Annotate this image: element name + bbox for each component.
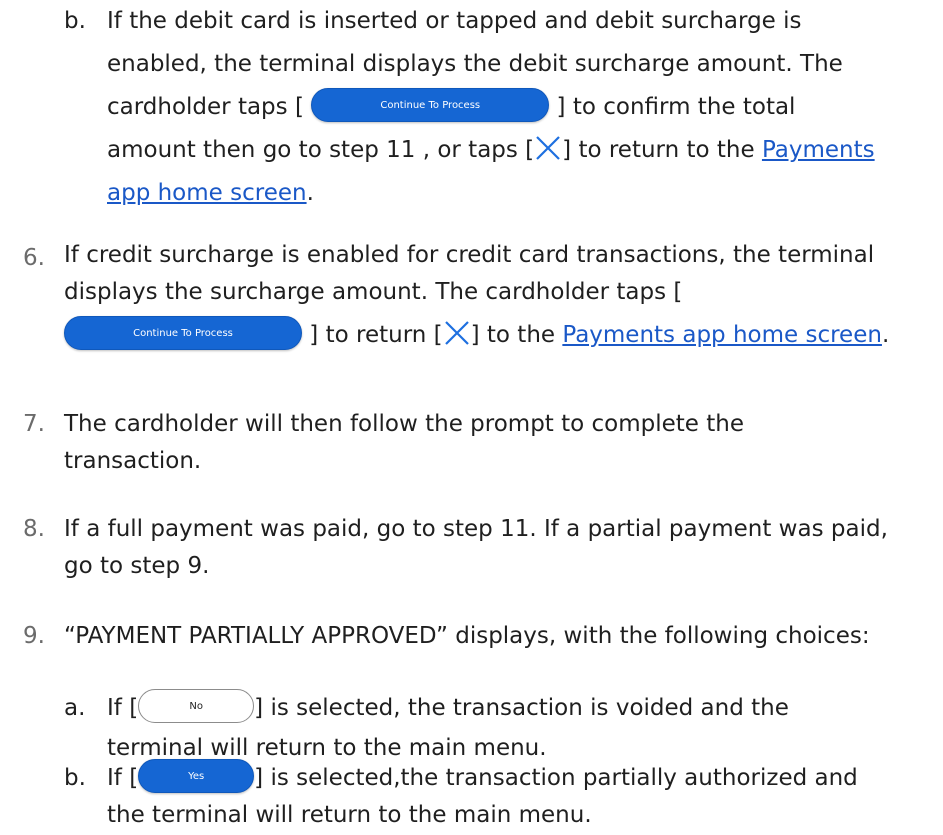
text: . (306, 180, 314, 206)
step-body: If [Yes] is selected,the transaction par… (107, 758, 943, 834)
text: If [ (107, 695, 139, 721)
payments-app-link[interactable]: Payments app home screen (562, 322, 882, 348)
close-x-icon[interactable] (535, 135, 561, 161)
text-line: app home screen. (107, 172, 943, 215)
payments-app-link[interactable]: app home screen (107, 180, 307, 206)
step-body: If [No] is selected, the transaction is … (107, 688, 943, 768)
text-line: the terminal will return to the main men… (107, 802, 592, 828)
continue-to-process-button[interactable]: Continue To Process (64, 315, 302, 350)
list-number: 7. (23, 411, 45, 437)
step-body: If the debit card is inserted or tapped … (107, 0, 943, 215)
text: ] to return [ (302, 322, 443, 348)
text-line: If [Yes] is selected,the transaction par… (107, 758, 943, 797)
list-number: 9. (23, 623, 45, 649)
text-line: The cardholder will then follow the prom… (64, 411, 745, 437)
step-body: The cardholder will then follow the prom… (64, 406, 943, 480)
list-marker: b. (64, 765, 86, 791)
list-number: 8. (23, 516, 45, 542)
text-line: displays the surcharge amount. The cardh… (64, 279, 683, 305)
text-line: go to step 9. (64, 553, 210, 579)
text: . (881, 322, 890, 348)
text-line: transaction. (64, 448, 202, 474)
step-body: If a full payment was paid, go to step 1… (64, 511, 943, 585)
yes-button[interactable]: Yes (138, 758, 255, 793)
text-line: amount then go to step 11 , or taps [ ] t… (107, 129, 943, 172)
text-line: If the debit card is inserted or tapped … (107, 8, 802, 34)
text-line: enabled, the terminal displays the debit… (107, 51, 843, 77)
text: If [ (107, 765, 139, 791)
continue-to-process-button[interactable]: Continue To Process (311, 87, 550, 122)
text: amount then go to step 11 , or taps [ (107, 137, 535, 163)
text: ] is selected, the transaction is voided… (254, 695, 789, 721)
no-button[interactable]: No (138, 688, 255, 723)
step-body: “PAYMENT PARTIALLY APPROVED” displays, w… (64, 618, 943, 655)
text-line: If [No] is selected, the transaction is … (107, 688, 943, 728)
text-line: cardholder taps [ Continue To Process ] … (107, 86, 943, 129)
text: ] to confirm the total (549, 94, 796, 120)
list-marker: b. (64, 8, 86, 34)
text: cardholder taps [ (107, 94, 312, 120)
text-line: Continue To Process ] to return [ ] to th… (64, 311, 943, 359)
list-number: 6. (23, 245, 45, 271)
text: ] to the (470, 322, 563, 348)
step-body: If credit surcharge is enabled for credi… (64, 237, 943, 359)
text-line: If credit surcharge is enabled for credi… (64, 242, 875, 268)
text-line: If a full payment was paid, go to step 1… (64, 516, 888, 542)
text-line: “PAYMENT PARTIALLY APPROVED” displays, w… (64, 623, 870, 649)
list-marker: a. (64, 695, 86, 721)
payments-app-link[interactable]: Payments (762, 137, 875, 163)
text: ] is selected,the transaction partially … (254, 765, 858, 791)
text: ] to return to the (562, 137, 762, 163)
close-x-icon[interactable] (444, 320, 470, 346)
